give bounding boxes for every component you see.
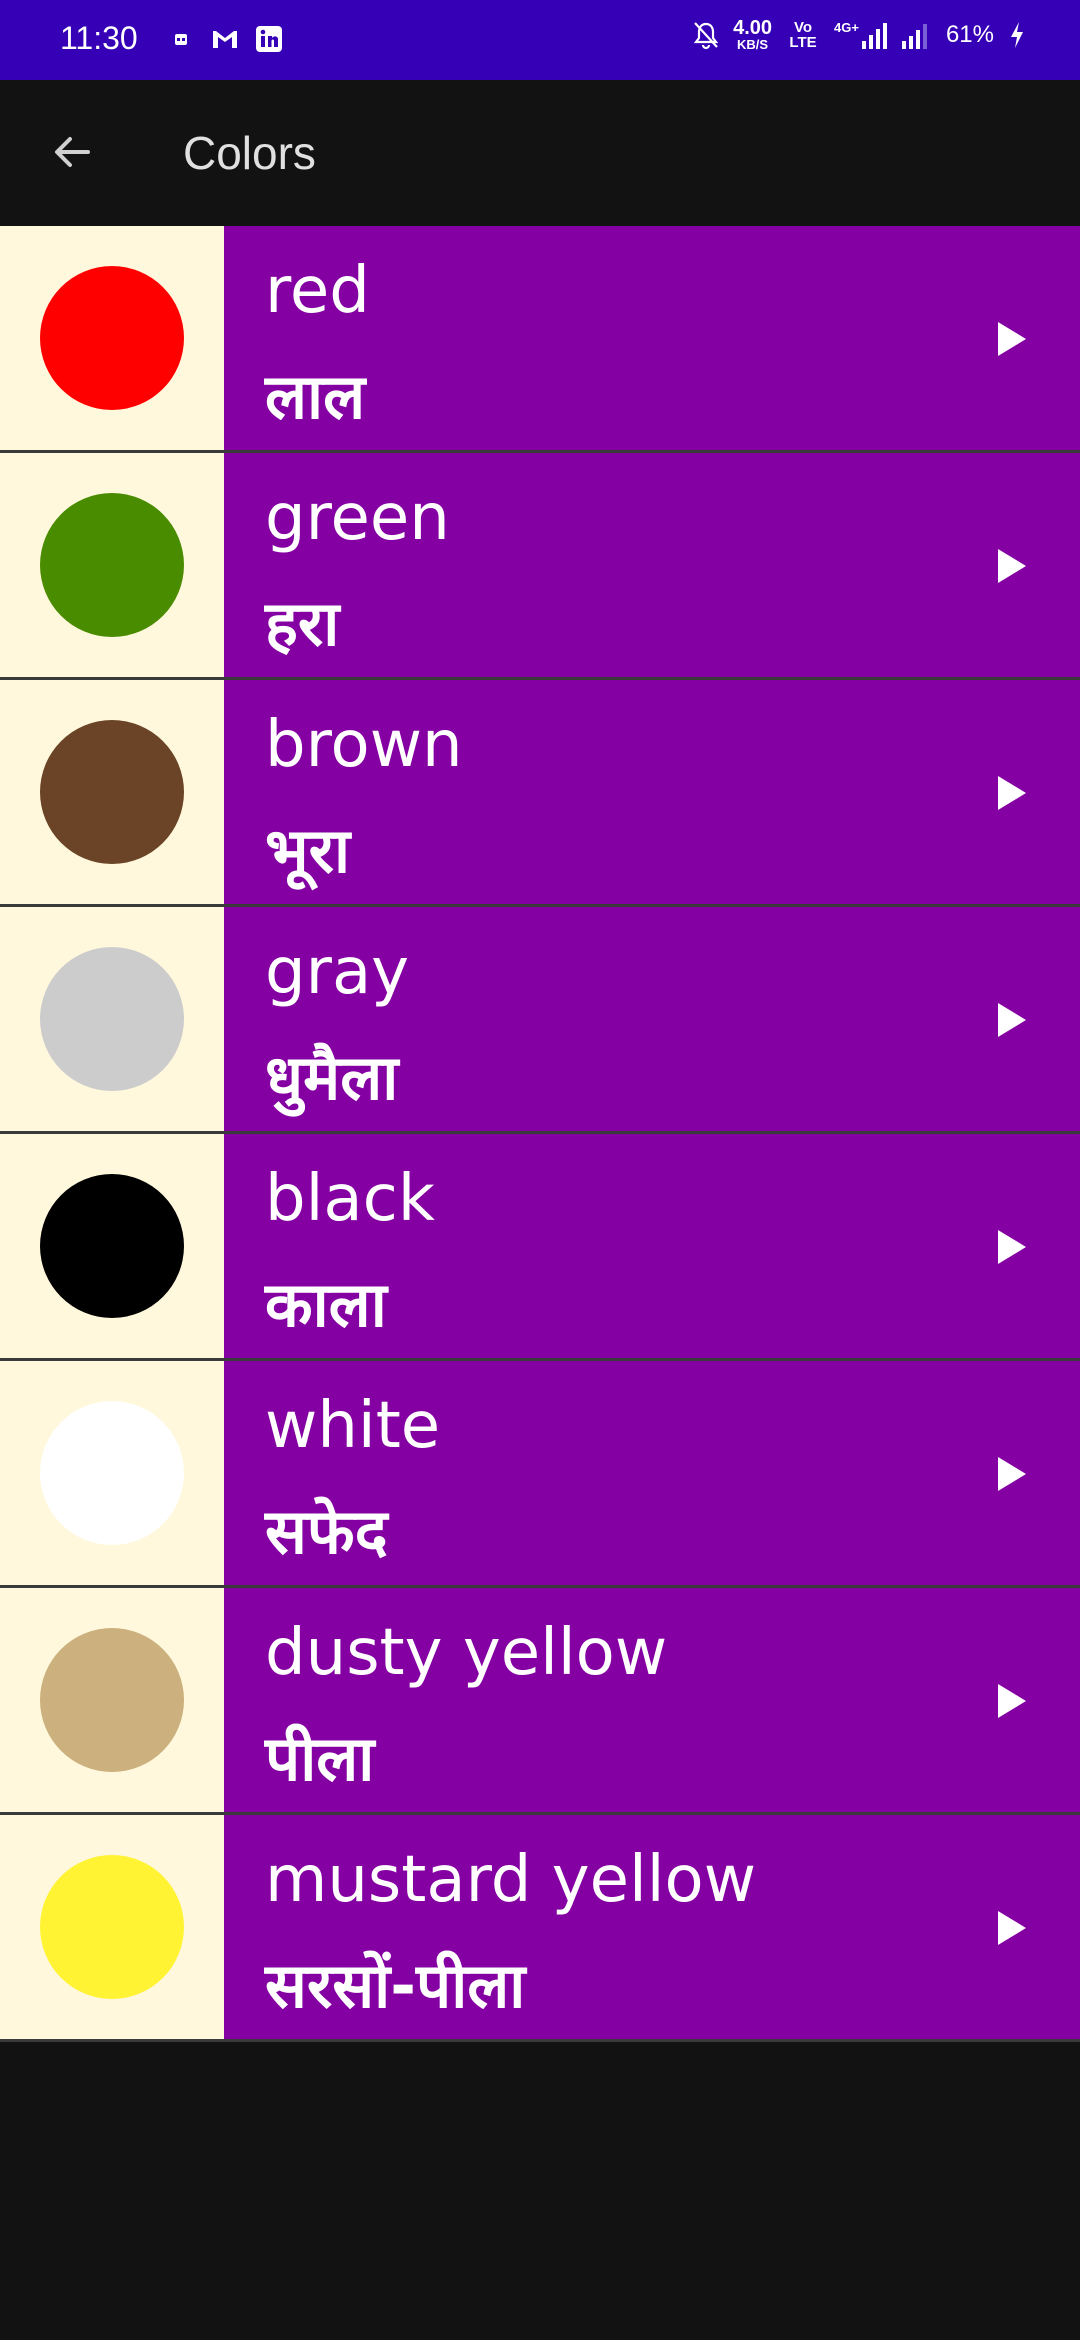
english-word: white — [265, 1389, 441, 1463]
swatch-cell — [0, 1361, 224, 1585]
network-speed: 4.00 KB/S — [733, 18, 772, 51]
play-icon[interactable] — [998, 1003, 1026, 1037]
swatch-cell — [0, 680, 224, 904]
hindi-word: हरा — [265, 587, 340, 660]
mute-bell-icon — [693, 21, 719, 49]
color-swatch — [40, 1628, 184, 1772]
status-right-group: 4.00 KB/S Vo LTE 4G+ 61% — [693, 18, 1026, 51]
status-bar: 11:30 4.00 KB/S Vo LTE 4G+ 61% — [0, 0, 1080, 80]
back-button[interactable] — [40, 120, 104, 184]
color-swatch — [40, 493, 184, 637]
english-word: dusty yellow — [265, 1616, 668, 1690]
network-type-tag: 4G+ — [834, 19, 859, 35]
english-word: mustard yellow — [265, 1843, 757, 1917]
battery-percent: 61% — [945, 20, 994, 48]
swatch-cell — [0, 453, 224, 677]
english-word: brown — [265, 708, 463, 782]
gmail-icon — [213, 31, 237, 48]
hindi-word: भूरा — [265, 814, 351, 887]
english-word: red — [265, 254, 370, 328]
signal-bars-1 — [861, 22, 887, 49]
hindi-word: पीला — [265, 1722, 375, 1795]
play-icon[interactable] — [998, 1230, 1026, 1264]
page-title: Colors — [183, 127, 316, 179]
linkedin-icon — [256, 26, 282, 52]
volte-tag: Vo LTE — [789, 18, 817, 51]
color-swatch — [40, 1855, 184, 1999]
notification-icons — [166, 24, 284, 54]
color-swatch — [40, 947, 184, 1091]
swatch-cell — [0, 1588, 224, 1812]
play-icon[interactable] — [998, 1684, 1026, 1718]
app-bar: Colors — [0, 80, 1080, 226]
hindi-word: सरसों-पीला — [265, 1949, 526, 2022]
english-word: black — [265, 1162, 435, 1236]
colors-list: red लाल green हरा brown भूरा gray धुमैला… — [0, 226, 1080, 2042]
status-time: 11:30 — [60, 20, 138, 56]
color-swatch — [40, 1174, 184, 1318]
swatch-cell — [0, 1134, 224, 1358]
arrow-left-icon — [55, 137, 90, 167]
swatch-cell — [0, 226, 224, 450]
list-item[interactable]: green हरा — [0, 453, 1080, 680]
play-icon[interactable] — [998, 776, 1026, 810]
play-icon[interactable] — [998, 549, 1026, 583]
list-item[interactable]: dusty yellow पीला — [0, 1588, 1080, 1815]
calendar-icon — [175, 34, 187, 45]
english-word: green — [265, 481, 450, 555]
list-item[interactable]: brown भूरा — [0, 680, 1080, 907]
hindi-word: सफेद — [265, 1495, 388, 1568]
list-item[interactable]: mustard yellow सरसों-पीला — [0, 1815, 1080, 2042]
color-swatch — [40, 720, 184, 864]
list-item[interactable]: red लाल — [0, 226, 1080, 453]
charging-bolt-icon — [1011, 21, 1023, 48]
signal-icon-2 — [901, 23, 927, 49]
network-speed-value: 4.00 — [733, 17, 773, 39]
color-swatch — [40, 266, 184, 410]
hindi-word: धुमैला — [265, 1041, 399, 1114]
play-icon[interactable] — [998, 322, 1026, 356]
hindi-word: लाल — [265, 360, 366, 433]
list-item[interactable]: black काला — [0, 1134, 1080, 1361]
play-icon[interactable] — [998, 1457, 1026, 1491]
hindi-word: काला — [265, 1268, 387, 1341]
network-speed-unit: KB/S — [737, 37, 769, 52]
swatch-cell — [0, 1815, 224, 2039]
color-swatch — [40, 1401, 184, 1545]
list-item[interactable]: white सफेद — [0, 1361, 1080, 1588]
signal-icon: 4G+ — [834, 21, 888, 49]
english-word: gray — [265, 935, 410, 1009]
swatch-cell — [0, 907, 224, 1131]
list-item[interactable]: gray धुमैला — [0, 907, 1080, 1134]
play-icon[interactable] — [998, 1911, 1026, 1945]
